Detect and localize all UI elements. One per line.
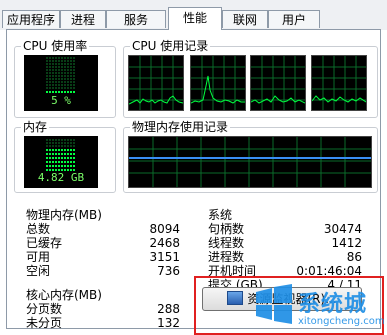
memory-history-chart — [128, 136, 372, 188]
watermark-logo: 系统城 xitongcheng.com — [252, 276, 387, 334]
system-row-threads: 线程数 1412 — [208, 236, 362, 251]
cpu-usage-meter: 5 % — [24, 55, 98, 111]
row-value: 30474 — [323, 222, 362, 236]
tab-processes[interactable]: 进程 — [60, 10, 106, 28]
cpu-history-chart-2 — [190, 55, 246, 111]
watermark-url: xitongcheng.com — [298, 316, 385, 327]
memory-title: 内存 — [21, 120, 50, 134]
tab-users[interactable]: 用户 — [268, 10, 320, 28]
kernel-memory-title: 核心内存(MB) — [26, 288, 102, 302]
row-value: 86 — [346, 250, 362, 264]
row-value: 736 — [157, 264, 180, 278]
memory-history-title: 物理内存使用记录 — [130, 120, 231, 134]
physical-memory-title: 物理内存(MB) — [26, 208, 102, 222]
watermark-brand: 系统城 — [298, 292, 368, 317]
tab-applications[interactable]: 应用程序 — [2, 10, 60, 28]
memory-meter: 4.82 GB — [24, 136, 98, 188]
tab-services[interactable]: 服务 — [106, 10, 166, 28]
row-value: 1412 — [331, 236, 362, 250]
row-value: 132 — [157, 316, 180, 330]
memory-value: 4.82 GB — [37, 171, 85, 184]
cpu-history-chart-1 — [128, 55, 184, 111]
system-row-handles: 句柄数 30474 — [208, 222, 362, 237]
row-label: 空闲 — [26, 264, 51, 278]
cpu-usage-title: CPU 使用率 — [21, 39, 90, 53]
row-label: 可用 — [26, 250, 51, 264]
cpu-history-title: CPU 使用记录 — [130, 39, 211, 53]
row-value: 3151 — [149, 250, 180, 264]
row-label: 句柄数 — [208, 222, 245, 236]
tab-networking[interactable]: 联网 — [222, 10, 268, 28]
kernel-memory-row-nonpaged: 未分页 132 — [26, 316, 180, 331]
row-label: 已缓存 — [26, 236, 63, 250]
cpu-history-chart-4 — [311, 55, 367, 111]
physical-memory-row-available: 可用 3151 — [26, 250, 180, 265]
system-row-processes: 进程数 86 — [208, 250, 362, 265]
cpu-history-chart-3 — [250, 55, 306, 111]
physical-memory-row-free: 空闲 736 — [26, 264, 180, 279]
row-label: 进程数 — [208, 250, 245, 264]
row-label: 分页数 — [26, 302, 63, 316]
physical-memory-row-total: 总数 8094 — [26, 222, 180, 237]
row-label: 线程数 — [208, 236, 245, 250]
cpu-usage-value: 5 % — [51, 94, 71, 107]
row-value: 8094 — [149, 222, 180, 236]
tab-bar: 应用程序 进程 服务 性能 联网 用户 — [0, 0, 387, 30]
physical-memory-row-cached: 已缓存 2468 — [26, 236, 180, 251]
kernel-memory-row-paged: 分页数 288 — [26, 302, 180, 317]
tab-performance[interactable]: 性能 — [168, 7, 222, 30]
row-label: 总数 — [26, 222, 51, 236]
row-value: 288 — [157, 302, 180, 316]
row-label: 未分页 — [26, 316, 63, 330]
system-title: 系统 — [208, 208, 233, 222]
row-value: 2468 — [149, 236, 180, 250]
